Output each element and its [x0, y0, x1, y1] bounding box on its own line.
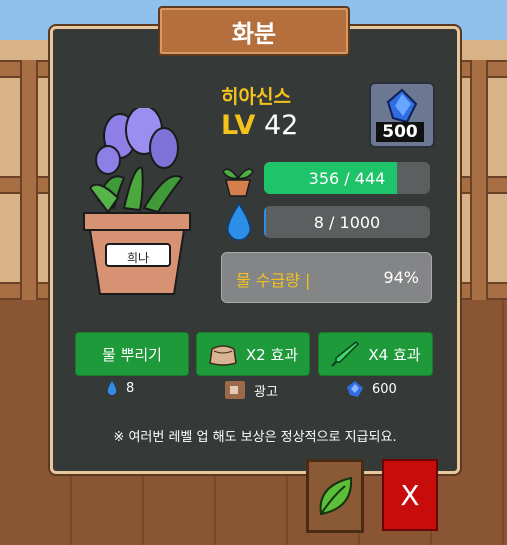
ad-icon	[225, 381, 245, 399]
x4-cost-value: 600	[372, 381, 397, 397]
x2-cost: 광고	[224, 380, 278, 400]
x4-button-label: X4 효과	[368, 345, 421, 364]
x2-effect-button[interactable]: X2 효과	[196, 332, 310, 376]
reward-notice: ※ 여러번 레벨 업 해도 보상은 정상적으로 지급되요.	[113, 430, 397, 445]
blue-gem-icon	[386, 88, 418, 124]
leaf-button[interactable]	[306, 459, 364, 533]
leaf-icon	[319, 476, 353, 516]
water-supply-box: 물 수급량 | 94%	[221, 252, 432, 303]
blue-gem-icon	[347, 381, 363, 397]
x2-button-label: X2 효과	[245, 345, 299, 364]
water-cost-value: 8	[126, 380, 135, 396]
growth-text: 356 / 444	[308, 168, 386, 188]
plant-level: LV 42	[221, 110, 298, 141]
water-cost: 8	[106, 380, 134, 396]
level-value: 42	[263, 110, 299, 141]
close-button[interactable]: X	[382, 459, 438, 531]
fence-post	[20, 60, 38, 300]
water-text: 8 / 1000	[313, 212, 381, 232]
x2-cost-value: 광고	[254, 384, 278, 400]
water-supply-label: 물 수급량 |	[236, 271, 311, 290]
plant-name: 히아신스	[221, 86, 291, 108]
gem-count: 500	[376, 122, 424, 142]
x4-effect-button[interactable]: X4 효과	[318, 332, 433, 376]
sprout-pot-icon	[222, 168, 254, 197]
water-drop-icon	[226, 202, 252, 241]
pot-name-tag: 희나	[126, 250, 150, 265]
level-prefix: LV	[221, 110, 256, 141]
water-supply-percent: 94%	[383, 268, 419, 287]
x4-cost: 600	[346, 380, 397, 398]
fence-post	[470, 60, 488, 300]
growth-bar: 356 / 444	[264, 162, 430, 194]
fertilizer-bag-icon	[209, 345, 237, 366]
panel-title: 화분	[158, 6, 350, 56]
water-button-label: 물 뿌리기	[102, 345, 162, 364]
water-button[interactable]: 물 뿌리기	[75, 332, 189, 376]
water-drop-icon	[107, 381, 117, 395]
water-bar: 8 / 1000	[264, 206, 430, 238]
syringe-icon	[331, 340, 360, 367]
hyacinth-plant-image	[83, 108, 191, 295]
